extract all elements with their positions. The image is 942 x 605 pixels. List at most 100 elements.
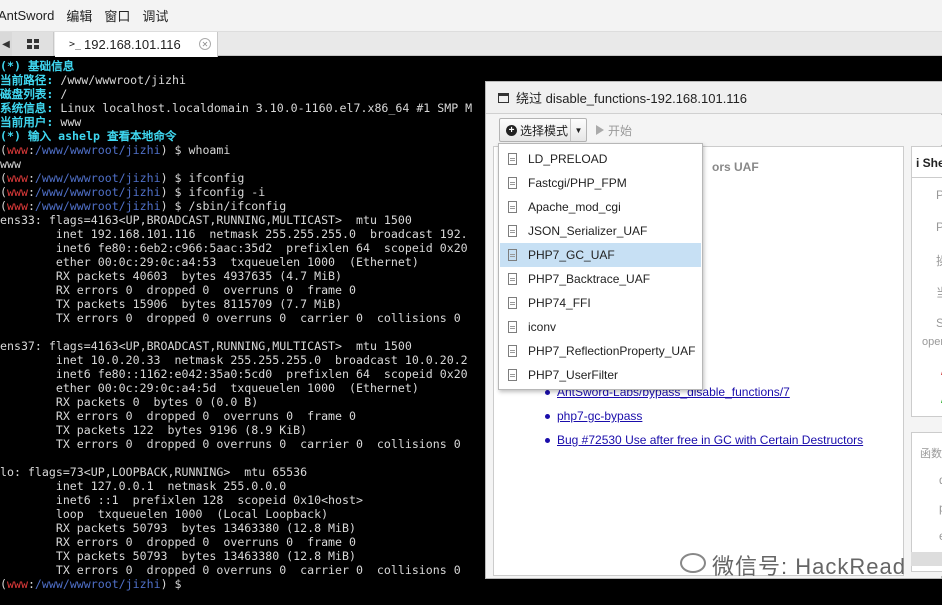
grid-icon <box>26 39 39 49</box>
terminal-text: www <box>6 577 28 591</box>
terminal-line: (www:/www/wwwroot/jizhi) $ /sbin/ifconfi… <box>0 199 286 213</box>
chevron-down-icon[interactable]: ▼ <box>570 119 586 141</box>
terminal-text: inet6 fe80::1162:e042:35a0:5cd0 prefixle… <box>0 367 468 381</box>
terminal-text: ( <box>0 577 7 591</box>
terminal-text: /www/wwwroot/jizhi <box>34 577 161 591</box>
terminal-text: /www/wwwroot/jizhi <box>34 199 161 213</box>
terminal-text: : <box>27 185 35 199</box>
terminal-line: RX errors 0 dropped 0 overruns 0 frame 0 <box>0 535 356 549</box>
terminal-text: (*) 输入 ashelp 查看本地命令 <box>0 129 177 143</box>
terminal-line: RX packets 40603 bytes 4937635 (4.7 MiB) <box>0 269 342 283</box>
link-bug-72530[interactable]: Bug #72530 Use after free in GC with Cer… <box>544 433 863 457</box>
select-mode-button[interactable]: + 选择模式 ▼ <box>499 118 587 142</box>
start-button[interactable]: 开始 <box>596 118 632 142</box>
shell-row: PH <box>936 188 942 202</box>
dropdown-item[interactable]: PHP7_GC_UAF <box>500 243 701 267</box>
terminal-text: www <box>0 157 21 171</box>
shell-row: PH <box>936 220 942 234</box>
link-php7-gc-bypass[interactable]: php7-gc-bypass <box>544 409 863 433</box>
terminal-line: TX packets 122 bytes 9196 (8.9 KiB) <box>0 423 307 437</box>
plus-circle-icon: + <box>506 124 517 136</box>
terminal-line: 系统信息: Linux localhost.localdomain 3.10.0… <box>0 101 472 115</box>
dropdown-item-label: iconv <box>528 320 557 334</box>
file-icon <box>508 177 517 189</box>
dropdown-item[interactable]: Apache_mod_cgi <box>500 195 701 219</box>
terminal-line: TX packets 50793 bytes 13463380 (12.8 Mi… <box>0 549 356 563</box>
dropdown-item[interactable]: PHP7_UserFilter <box>500 363 701 387</box>
file-icon <box>508 297 517 309</box>
terminal-text: 当前用户: <box>0 115 54 129</box>
menu-app[interactable]: AntSword <box>0 5 54 26</box>
terminal-text: : <box>27 199 35 213</box>
terminal-text: inet6 fe80::6eb2:c966:5aac:35d2 prefixle… <box>0 241 468 255</box>
dropdown-item[interactable]: PHP74_FFI <box>500 291 701 315</box>
terminal-text: www <box>53 115 82 129</box>
terminal-line: 当前路径: /www/wwwroot/jizhi <box>0 73 186 87</box>
terminal-line: (www:/www/wwwroot/jizhi) $ whoami <box>0 143 230 157</box>
tab-terminal[interactable]: >_ 192.168.101.116 ✕ <box>55 32 218 57</box>
terminal-line: 磁盘列表: / <box>0 87 67 101</box>
terminal-text: ( <box>0 199 7 213</box>
terminal-text: TX packets 15906 bytes 8115709 (7.7 MiB) <box>0 297 343 311</box>
terminal-text: ) $ ifconfig <box>160 171 245 185</box>
file-icon <box>508 273 517 285</box>
menu-edit[interactable]: 编辑 <box>66 3 92 28</box>
dialog-titlebar[interactable]: 绕过 disable_functions-192.168.101.116 <box>486 82 942 114</box>
tab-scroll-left-icon[interactable]: ◀ <box>0 32 12 56</box>
terminal-line: ens37: flags=4163<UP,BROADCAST,RUNNING,M… <box>0 339 412 353</box>
terminal-text: TX packets 122 bytes 9196 (8.9 KiB) <box>0 423 308 437</box>
terminal-text: : <box>27 577 35 591</box>
terminal-text: ether 00:0c:29:0c:a4:5d txqueuelen 1000 … <box>0 381 419 395</box>
dropdown-item[interactable]: PHP7_ReflectionProperty_UAF <box>500 339 701 363</box>
terminal-line: RX packets 50793 bytes 13463380 (12.8 Mi… <box>0 521 356 535</box>
menu-window[interactable]: 窗口 <box>104 3 130 28</box>
watermark: 微信号: HackRead <box>712 554 906 579</box>
horizontal-scrollbar[interactable] <box>911 552 942 566</box>
terminal-text: www <box>6 199 28 213</box>
tab-terminal-label: 192.168.101.116 <box>84 37 181 52</box>
terminal-line: lo: flags=73<UP,LOOPBACK,RUNNING> mtu 65… <box>0 465 307 479</box>
terminal-text: TX packets 50793 bytes 13463380 (12.8 Mi… <box>0 549 356 563</box>
dropdown-item-label: PHP74_FFI <box>528 296 591 310</box>
dropdown-item-label: JSON_Serializer_UAF <box>528 224 648 238</box>
dropdown-item[interactable]: LD_PRELOAD <box>500 147 701 171</box>
tab-home[interactable] <box>12 32 54 56</box>
terminal-line: TX packets 15906 bytes 8115709 (7.7 MiB) <box>0 297 342 311</box>
terminal-text: RX packets 50793 bytes 13463380 (12.8 Mi… <box>0 521 356 535</box>
terminal-line: TX errors 0 dropped 0 overruns 0 carrier… <box>0 563 461 577</box>
terminal-text: ether 00:0c:29:0c:a4:53 txqueuelen 1000 … <box>0 255 419 269</box>
dropdown-item[interactable]: JSON_Serializer_UAF <box>500 219 701 243</box>
terminal-icon: >_ <box>69 39 82 50</box>
dropdown-item[interactable]: PHP7_Backtrace_UAF <box>500 267 701 291</box>
terminal-text: TX errors 0 dropped 0 overruns 0 carrier… <box>0 437 461 451</box>
terminal-line: inet 127.0.0.1 netmask 255.0.0.0 <box>0 479 286 493</box>
terminal-line: inet6 fe80::6eb2:c966:5aac:35d2 prefixle… <box>0 241 468 255</box>
file-icon <box>508 201 517 213</box>
tab-close-icon[interactable]: ✕ <box>199 38 211 50</box>
dropdown-item[interactable]: Fastcgi/PHP_FPM <box>500 171 701 195</box>
dropdown-item-label: PHP7_UserFilter <box>528 368 619 382</box>
terminal-text: inet 127.0.0.1 netmask 255.0.0.0 <box>0 479 287 493</box>
terminal-text: /www/wwwroot/jizhi <box>34 143 161 157</box>
terminal-text: (*) 基础信息 <box>0 59 75 73</box>
dropdown-item[interactable]: iconv <box>500 315 701 339</box>
shell-panel-body: PH PH 操 当 Sh open / / <box>911 177 942 417</box>
terminal-text: TX errors 0 dropped 0 overruns 0 carrier… <box>0 311 461 325</box>
terminal-text: inet6 ::1 prefixlen 128 scopeid 0x10<hos… <box>0 493 363 507</box>
shell-row: 操 <box>936 252 942 269</box>
menu-debug[interactable]: 调试 <box>142 3 168 28</box>
terminal-text: inet 192.168.101.116 netmask 255.255.255… <box>0 227 468 241</box>
terminal-text: RX errors 0 dropped 0 overruns 0 frame 0 <box>0 535 356 549</box>
terminal-text: loop txqueuelen 1000 (Local Loopback) <box>0 507 329 521</box>
file-icon <box>508 369 517 381</box>
terminal-line: (*) 基础信息 <box>0 59 74 73</box>
terminal-text: lo: flags=73<UP,LOOPBACK,RUNNING> mtu 65… <box>0 465 308 479</box>
terminal-text: TX errors 0 dropped 0 overruns 0 carrier… <box>0 563 461 577</box>
dialog-title: 绕过 disable_functions-192.168.101.116 <box>516 91 748 106</box>
terminal-line: inet6 ::1 prefixlen 128 scopeid 0x10<hos… <box>0 493 363 507</box>
terminal-line: ether 00:0c:29:0c:a4:53 txqueuelen 1000 … <box>0 255 419 269</box>
terminal-text: ens33: flags=4163<UP,BROADCAST,RUNNING,M… <box>0 213 412 227</box>
dropdown-item-label: Fastcgi/PHP_FPM <box>528 176 627 190</box>
terminal-text: /www/wwwroot/jizhi <box>53 73 186 87</box>
terminal-text: www <box>6 171 28 185</box>
